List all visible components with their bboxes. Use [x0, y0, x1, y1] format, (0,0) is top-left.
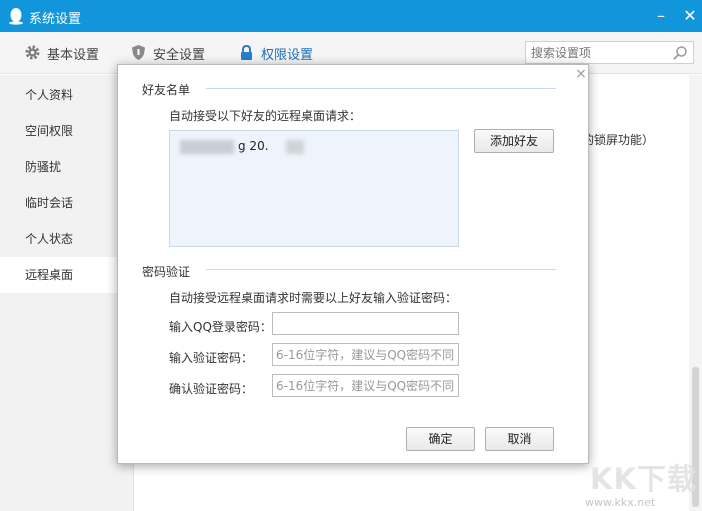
search-input[interactable] — [531, 44, 671, 61]
confirm-password-label: 确认验证密码： — [169, 382, 254, 396]
friends-description: 自动接受以下好友的远程桌面请求： — [169, 109, 362, 123]
friends-section-heading: 好友名单 — [142, 83, 191, 97]
tab-label: 权限设置 — [261, 48, 314, 63]
tab-label: 安全设置 — [153, 48, 206, 63]
qq-password-label: 输入QQ登录密码： — [169, 320, 272, 334]
sidebar: 个人资料 空间权限 防骚扰 临时会话 个人状态 远程桌面 — [0, 75, 134, 511]
section-divider — [206, 88, 556, 89]
shield-icon — [132, 45, 145, 60]
remote-desktop-dialog: × 好友名单 自动接受以下好友的远程桌面请求： g 20. 添加好友 密码验证 … — [117, 64, 589, 464]
close-window-button[interactable]: ✕ — [680, 6, 700, 26]
sidebar-item-profile[interactable]: 个人资料 — [0, 77, 133, 113]
watermark-url: www.kkx.net — [585, 496, 656, 509]
search-icon[interactable] — [672, 45, 688, 61]
lock-icon — [241, 44, 252, 60]
minimize-button[interactable]: – — [651, 6, 671, 26]
redacted-blur — [180, 140, 234, 154]
search-box[interactable] — [525, 41, 694, 64]
friend-list[interactable]: g 20. — [169, 130, 459, 247]
sidebar-item-status[interactable]: 个人状态 — [0, 221, 133, 257]
section-divider — [206, 269, 556, 270]
verify-password-field[interactable] — [272, 343, 459, 366]
list-item[interactable]: g 20. — [180, 138, 304, 156]
site-watermark: KK下载 www.kkx.net — [585, 456, 697, 510]
qq-penguin-icon — [9, 8, 23, 25]
tab-label: 基本设置 — [47, 48, 100, 63]
verify-password-label: 输入验证密码： — [169, 351, 254, 365]
sidebar-item-remote-desktop[interactable]: 远程桌面 — [0, 257, 133, 293]
background-partial-text: 的锁屏功能） — [582, 133, 655, 147]
window-title: 系统设置 — [29, 12, 82, 27]
confirm-password-field[interactable] — [272, 374, 459, 397]
friend-name: g 20. — [238, 139, 269, 153]
add-friend-button[interactable]: 添加好友 — [474, 129, 554, 153]
password-description: 自动接受远程桌面请求时需要以上好友输入验证密码： — [169, 291, 458, 305]
title-bar: 系统设置 – ✕ — [0, 0, 702, 32]
scrollbar[interactable] — [689, 75, 702, 511]
sidebar-item-anti-harassment[interactable]: 防骚扰 — [0, 149, 133, 185]
sidebar-item-space-permissions[interactable]: 空间权限 — [0, 113, 133, 149]
qq-password-field[interactable] — [272, 312, 459, 335]
redacted-blur — [286, 140, 304, 154]
dialog-close-button[interactable]: × — [575, 67, 587, 81]
ok-button[interactable]: 确定 — [406, 427, 475, 451]
gear-icon — [25, 45, 40, 60]
cancel-button[interactable]: 取消 — [485, 427, 554, 451]
sidebar-item-temp-chat[interactable]: 临时会话 — [0, 185, 133, 221]
password-section-heading: 密码验证 — [142, 265, 191, 279]
watermark-logo: KK下载 — [590, 462, 697, 496]
